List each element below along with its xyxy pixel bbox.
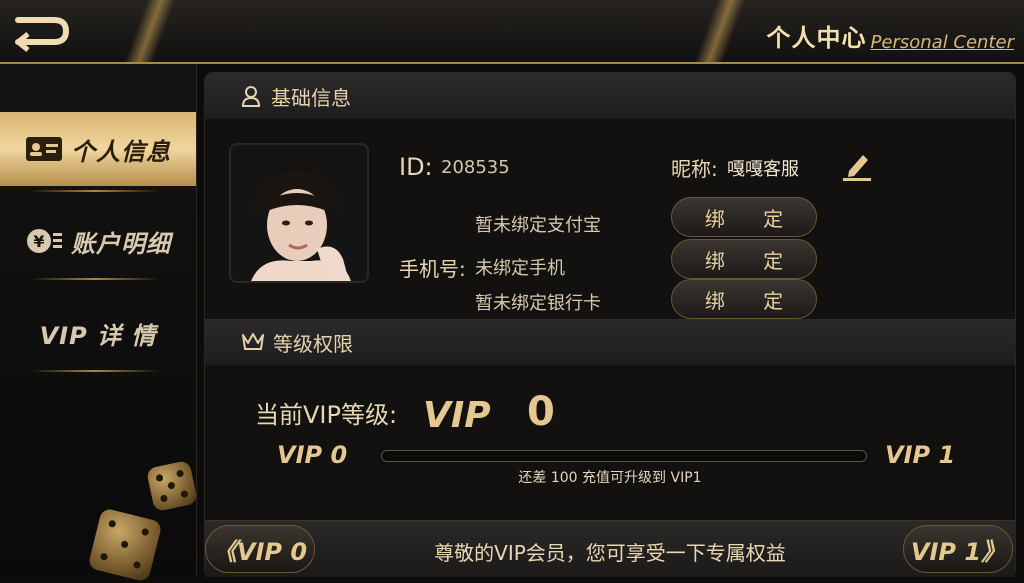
section-title: 基础信息 [271,85,351,110]
bind-button-label: 绑 定 [704,248,800,273]
phone-status: 未绑定手机 [475,258,565,279]
top-bar: 个人中心 Personal Center [0,0,1024,64]
back-button[interactable] [10,10,72,52]
id-label: ID: [399,153,433,181]
divider [30,190,160,192]
vip-crown-icon [242,333,264,350]
main-panel: 基础信息 ID: 208535 昵称: 嘎嘎客服 暂未绑定支付宝 绑 定 手机号… [204,72,1016,577]
level-header: 等级权限 [205,319,1015,365]
vip-word: VIP [423,395,491,436]
avatar-image [231,145,367,281]
page-title-en: Personal Center [870,32,1014,53]
current-vip-level: 0 [527,389,555,435]
sidebar-item-label: VIP 详 情 [39,321,157,350]
yen-coin-icon: ¥ [27,229,62,253]
next-vip-button[interactable]: VIP 1》 [903,525,1013,573]
benefits-message: 尊敬的VIP会员，您可享受一下专属权益 [434,541,786,565]
vip-to-label: VIP 1 [885,441,956,469]
sidebar-item-personal-info[interactable]: 个人信息 [0,112,196,186]
edit-nickname-button[interactable] [839,147,875,183]
decor-streak [90,0,210,62]
sidebar-item-account-details[interactable]: ¥ 账户明细 [0,204,196,278]
phone-label: 手机号: [399,257,466,281]
vip-progress-bar [381,450,867,462]
id-value: 208535 [441,157,510,178]
benefits-bar: 《VIP 0 尊敬的VIP会员，您可享受一下专属权益 VIP 1》 [205,520,1015,577]
dice-decoration [145,459,199,513]
divider [30,370,160,372]
pencil-icon [843,155,871,181]
sidebar-item-label: 个人信息 [71,137,171,166]
progress-note: 还差 100 充值可升级到 VIP1 [518,470,702,486]
svg-text:¥: ¥ [33,232,44,251]
sidebar-item-label: 账户明细 [71,229,171,258]
basic-info-header: 基础信息 [205,73,1015,119]
user-icon [241,86,261,107]
vip-from-label: VIP 0 [277,441,348,469]
back-arrow-icon [15,17,70,52]
bind-phone-button[interactable]: 绑 定 [671,239,817,279]
sidebar-item-vip-details[interactable]: VIP 详 情 [0,296,196,370]
bank-status: 暂未绑定银行卡 [475,293,601,314]
bind-button-label: 绑 定 [704,288,800,313]
divider [30,278,160,280]
dice-decoration [87,507,163,583]
page-title: 个人中心 Personal Center [767,18,1014,53]
bind-alipay-button[interactable]: 绑 定 [671,197,817,237]
next-vip-label: VIP 1》 [910,537,1006,566]
avatar [229,143,369,283]
id-card-icon [26,137,62,161]
alipay-status: 暂未绑定支付宝 [475,215,601,236]
sidebar: 个人信息 ¥ 账户明细 VIP 详 情 [0,64,199,583]
bind-button-label: 绑 定 [704,206,800,231]
page-title-cn: 个人中心 [766,24,867,52]
decor-streak [660,0,780,62]
bind-bank-button[interactable]: 绑 定 [671,279,817,319]
section-title: 等级权限 [273,331,353,356]
nickname-value: 嘎嘎客服 [727,159,799,180]
nickname-label: 昵称: [671,157,718,181]
current-vip-label: 当前VIP等级: [255,401,398,429]
